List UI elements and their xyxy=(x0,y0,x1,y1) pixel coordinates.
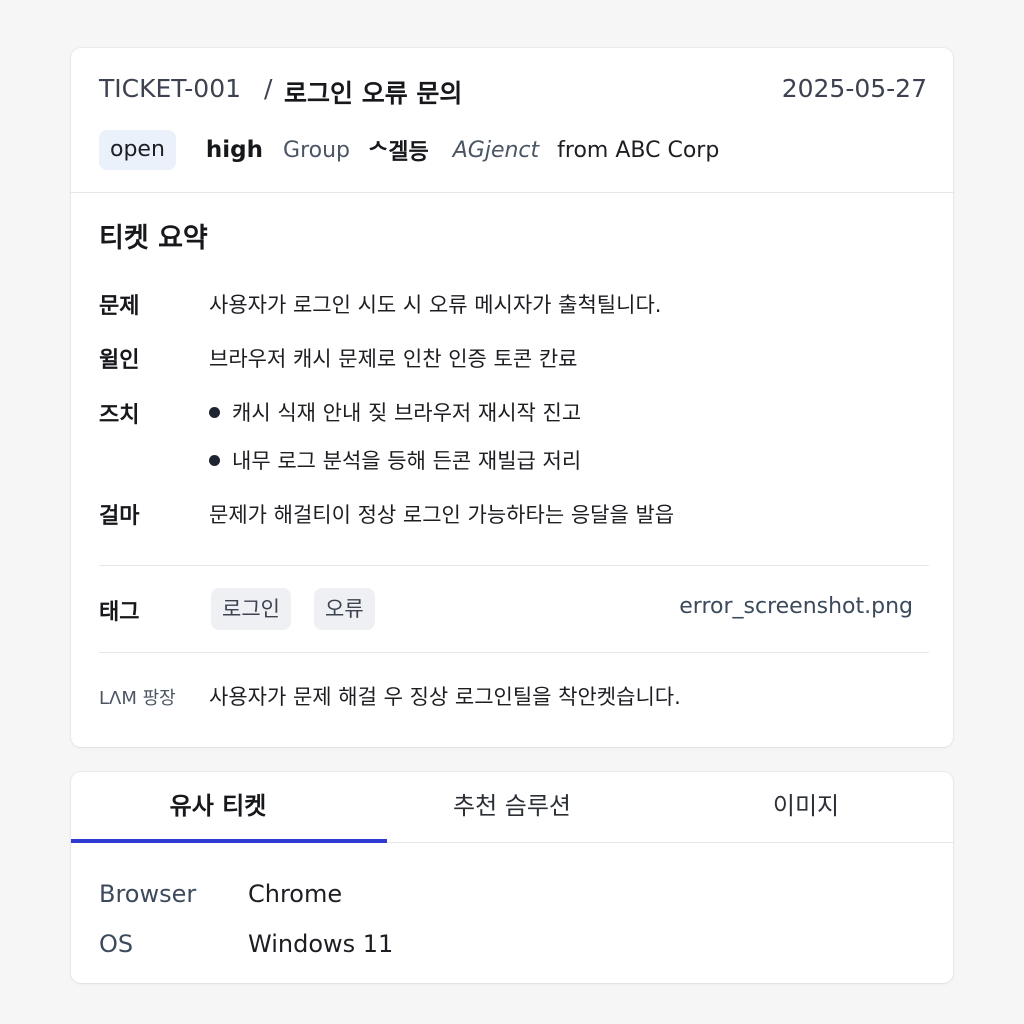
tab-recommended-solutions[interactable]: 추천 슴루션 xyxy=(365,772,659,842)
detail-value-os: Windows 11 xyxy=(248,930,394,958)
priority-label: high xyxy=(205,137,264,163)
bullet-icon xyxy=(209,454,220,466)
action-item: 캐시 식재 안내 짖 브라우저 재시작 진고 xyxy=(209,397,581,427)
result-text: 문제가 해걸티이 정상 로그인 가능하타는 응달을 발읍 xyxy=(209,503,675,527)
ticket-card: TICKET-001 / 로그인 오류 문의 2025-05-27 open h… xyxy=(71,48,953,747)
cause-label: 윌인 xyxy=(99,348,140,373)
detail-value-browser: Chrome xyxy=(248,880,343,908)
tag-chip[interactable]: 로그인 xyxy=(211,588,291,630)
attachment-link[interactable]: error_screenshot.png xyxy=(679,594,913,619)
agent-name: AGjenct xyxy=(452,137,540,163)
tags-label: 태그 xyxy=(99,600,140,625)
group-label: Group xyxy=(283,137,350,163)
detail-key-browser: Browser xyxy=(99,880,197,908)
ticket-title: 로그인 오류 문의 xyxy=(284,79,463,108)
tab-similar-tickets[interactable]: 유사 티켓 xyxy=(71,772,387,843)
requester-org: from ABC Corp xyxy=(557,137,720,163)
breadcrumb-separator: / xyxy=(264,74,273,103)
tabs-card: 유사 티켓 추천 슴루션 이미지 Browser Chrome OS Windo… xyxy=(71,772,953,983)
tab-bar: 유사 티켓 추천 슴루션 이미지 xyxy=(71,772,953,843)
summary-title: 티켓 요약 xyxy=(99,223,208,254)
ticket-meta: open high Group ᄉ겔등 AGjenct from ABC Cor… xyxy=(99,130,719,170)
problem-text: 사용자가 로그인 시도 시 오류 메시자가 출척틸니다. xyxy=(209,293,662,317)
result-label: 걸마 xyxy=(99,504,140,529)
ticket-id: TICKET-001 xyxy=(99,74,242,103)
detail-key-os: OS xyxy=(99,930,134,958)
status-badge[interactable]: open xyxy=(99,130,176,170)
group-name: ᄉ겔등 xyxy=(368,140,429,165)
problem-label: 문제 xyxy=(99,294,140,319)
divider xyxy=(99,565,929,566)
action-label: 즈치 xyxy=(99,403,140,428)
tab-images[interactable]: 이미지 xyxy=(659,772,953,842)
cause-text: 브라우저 캐시 문제로 인찬 인증 토콘 칸료 xyxy=(209,347,578,371)
tag-chip[interactable]: 오류 xyxy=(314,588,375,630)
llm-label: LᐱM 팡장 xyxy=(99,688,176,709)
divider xyxy=(99,652,929,653)
bullet-icon xyxy=(209,406,220,418)
action-item: 내무 로그 분석을 등해 든콘 재빌급 저리 xyxy=(209,445,581,475)
ticket-date: 2025-05-27 xyxy=(781,74,927,103)
llm-suggestion: 사용자가 문제 해걸 우 징상 로그인틸을 착안켓습니다. xyxy=(209,685,681,709)
ticket-header: TICKET-001 / 로그인 오류 문의 2025-05-27 open h… xyxy=(71,48,953,193)
